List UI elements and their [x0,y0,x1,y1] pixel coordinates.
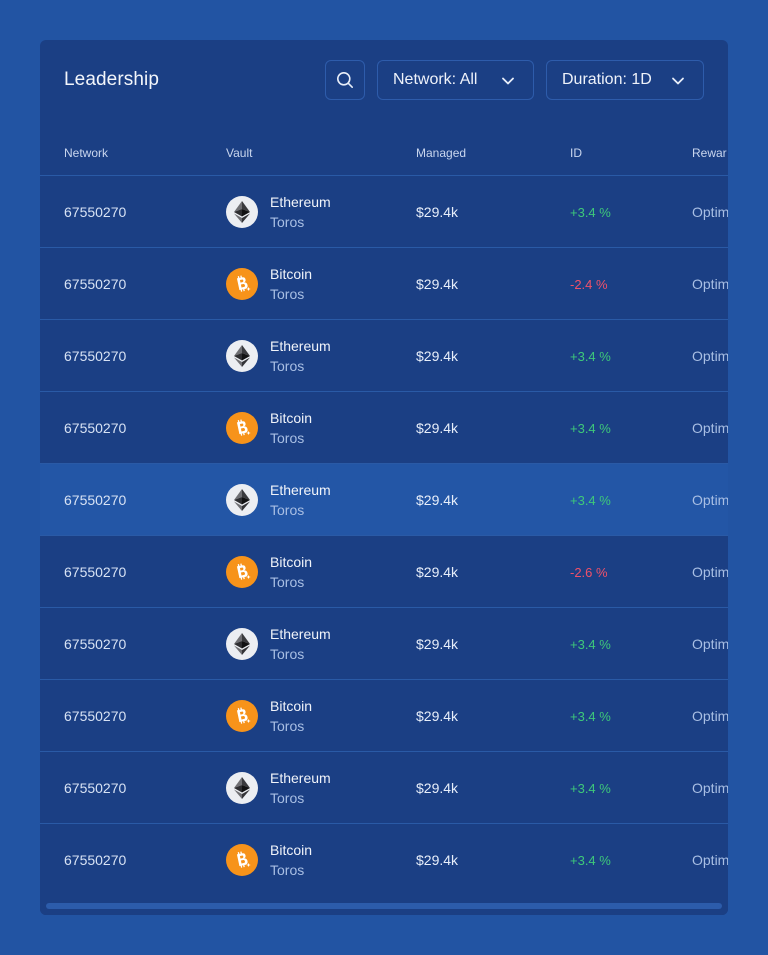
network-id: 67550270 [64,636,127,652]
change-percent: +3.4 % [570,421,611,436]
reward-value: Optim [692,564,728,580]
reward-value: Optim [692,780,728,796]
column-header-id[interactable]: ID [570,146,582,160]
reward-value: Optim [692,852,728,868]
chevron-down-icon [671,74,685,88]
horizontal-scrollbar[interactable] [40,895,728,915]
vault-manager: Toros [270,286,305,302]
managed-amount: $29.4k [416,492,459,508]
column-header-network[interactable]: Network [64,146,108,160]
vault-manager: Toros [270,862,305,878]
table-row[interactable]: 67550270 Ethereum Toros $29.4k +3.4 % Optim [40,175,728,247]
managed-amount: $29.4k [416,204,459,220]
network-id: 67550270 [64,492,127,508]
network-id: 67550270 [64,420,127,436]
network-id: 67550270 [64,204,127,220]
column-header-managed[interactable]: Managed [416,146,466,160]
change-percent: +3.4 % [570,781,611,796]
ethereum-icon [226,196,258,228]
chevron-down-icon [501,74,515,88]
change-percent: +3.4 % [570,853,611,868]
table-row[interactable]: 67550270 Bitcoin Toros $29.4k +3.4 % Optim [40,823,728,895]
network-id: 67550270 [64,564,127,580]
bitcoin-icon [226,700,258,732]
page-title: Leadership [64,69,160,90]
table-row[interactable]: 67550270 Bitcoin Toros $29.4k -2.4 % Optim [40,247,728,319]
vault-name[interactable]: Bitcoin [270,266,312,282]
search-button[interactable] [325,60,365,100]
table-header: Network Vault Managed ID Rewar [40,128,728,176]
vault-manager: Toros [270,718,305,734]
bitcoin-icon [226,268,258,300]
table-row[interactable]: 67550270 Ethereum Toros $29.4k +3.4 % Optim [40,319,728,391]
network-id: 67550270 [64,780,127,796]
vault-name[interactable]: Bitcoin [270,410,312,426]
vault-name[interactable]: Ethereum [270,626,331,642]
column-header-vault[interactable]: Vault [226,146,252,160]
change-percent: +3.4 % [570,205,611,220]
ethereum-icon [226,772,258,804]
table-row[interactable]: 67550270 Ethereum Toros $29.4k +3.4 % Optim [40,607,728,679]
reward-value: Optim [692,708,728,724]
bitcoin-icon [226,556,258,588]
reward-value: Optim [692,492,728,508]
managed-amount: $29.4k [416,348,459,364]
change-percent: +3.4 % [570,349,611,364]
vault-name[interactable]: Ethereum [270,770,331,786]
table-row[interactable]: 67550270 Ethereum Toros $29.4k +3.4 % Optim [40,751,728,823]
table-row[interactable]: 67550270 Ethereum Toros $29.4k +3.4 % Optim [40,463,728,535]
network-id: 67550270 [64,708,127,724]
leaderboard-card: Leadership Network: All Duration: 1D Net… [40,40,728,915]
vault-name[interactable]: Bitcoin [270,842,312,858]
scrollbar-thumb[interactable] [46,903,722,909]
column-header-rewards[interactable]: Rewar [692,146,727,160]
managed-amount: $29.4k [416,564,459,580]
change-percent: -2.6 % [570,565,608,580]
managed-amount: $29.4k [416,636,459,652]
ethereum-icon [226,484,258,516]
network-filter-dropdown[interactable]: Network: All [377,60,534,100]
managed-amount: $29.4k [416,276,459,292]
network-id: 67550270 [64,348,127,364]
vault-name[interactable]: Ethereum [270,338,331,354]
ethereum-icon [226,628,258,660]
duration-filter-label: Duration: 1D [562,71,652,88]
reward-value: Optim [692,348,728,364]
reward-value: Optim [692,420,728,436]
managed-amount: $29.4k [416,708,459,724]
vault-manager: Toros [270,358,305,374]
managed-amount: $29.4k [416,852,459,868]
duration-filter-dropdown[interactable]: Duration: 1D [546,60,704,100]
vault-name[interactable]: Ethereum [270,194,331,210]
managed-amount: $29.4k [416,420,459,436]
ethereum-icon [226,340,258,372]
managed-amount: $29.4k [416,780,459,796]
change-percent: +3.4 % [570,709,611,724]
search-icon [336,71,354,89]
vault-manager: Toros [270,430,305,446]
change-percent: -2.4 % [570,277,608,292]
bitcoin-icon [226,844,258,876]
table-row[interactable]: 67550270 Bitcoin Toros $29.4k -2.6 % Optim [40,535,728,607]
change-percent: +3.4 % [570,637,611,652]
vault-manager: Toros [270,574,305,590]
vault-manager: Toros [270,214,305,230]
table-row[interactable]: 67550270 Bitcoin Toros $29.4k +3.4 % Optim [40,391,728,463]
change-percent: +3.4 % [570,493,611,508]
vault-name[interactable]: Bitcoin [270,698,312,714]
reward-value: Optim [692,276,728,292]
vault-manager: Toros [270,502,305,518]
vault-name[interactable]: Bitcoin [270,554,312,570]
table-row[interactable]: 67550270 Bitcoin Toros $29.4k +3.4 % Optim [40,679,728,751]
bitcoin-icon [226,412,258,444]
network-id: 67550270 [64,852,127,868]
network-filter-label: Network: All [393,71,478,88]
vault-manager: Toros [270,646,305,662]
reward-value: Optim [692,636,728,652]
network-id: 67550270 [64,276,127,292]
reward-value: Optim [692,204,728,220]
vault-name[interactable]: Ethereum [270,482,331,498]
vault-manager: Toros [270,790,305,806]
